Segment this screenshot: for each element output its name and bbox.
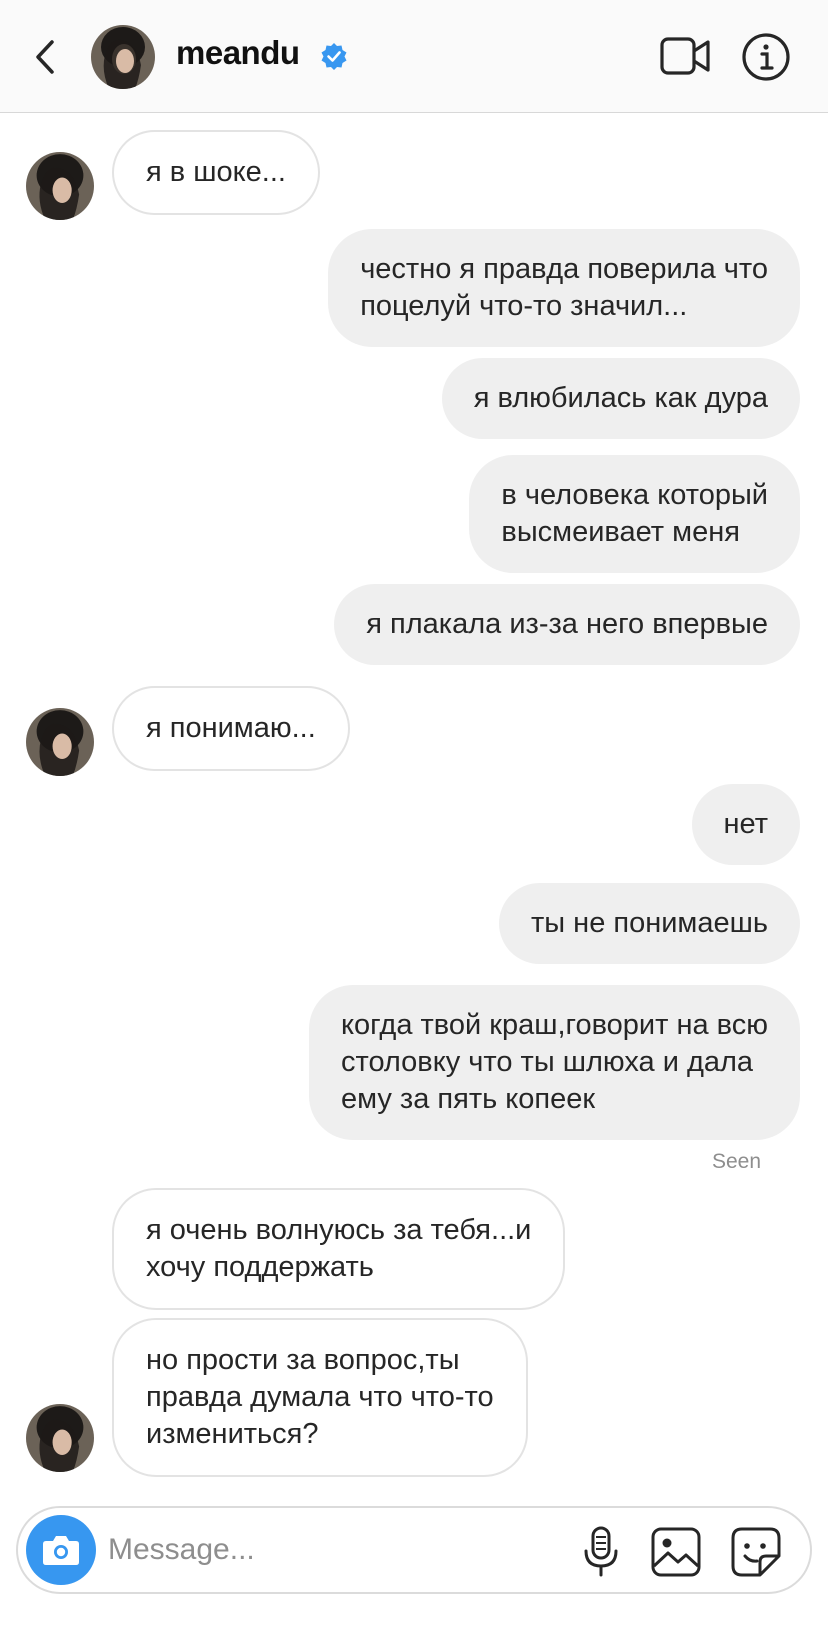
outgoing-message[interactable]: когда твой краш,говорит на всю столовку … xyxy=(308,985,800,1140)
gallery-icon xyxy=(651,1527,701,1577)
info-icon xyxy=(742,33,790,81)
sender-avatar[interactable] xyxy=(26,708,94,776)
outgoing-message[interactable]: честно я правда поверила что поцелуй что… xyxy=(328,229,800,347)
chevron-left-icon xyxy=(36,40,54,74)
sticker-icon xyxy=(731,1527,781,1577)
info-button[interactable] xyxy=(741,32,791,82)
verified-badge-icon xyxy=(321,43,347,70)
chat-username[interactable]: meandu xyxy=(176,34,300,72)
video-call-button[interactable] xyxy=(660,36,712,76)
incoming-message[interactable]: я понимаю... xyxy=(112,686,350,771)
message-input[interactable] xyxy=(108,1526,528,1574)
outgoing-message[interactable]: я плакала из-за него впервые xyxy=(334,584,800,665)
incoming-message[interactable]: я в шоке... xyxy=(112,130,320,215)
sticker-button[interactable] xyxy=(730,1526,782,1578)
message-composer xyxy=(16,1506,812,1594)
gallery-button[interactable] xyxy=(650,1526,702,1578)
back-button[interactable] xyxy=(28,30,68,82)
microphone-icon xyxy=(584,1526,618,1577)
incoming-message[interactable]: я очень волнуюсь за тебя...и хочу поддер… xyxy=(112,1188,566,1310)
header-avatar[interactable] xyxy=(91,25,155,89)
outgoing-message[interactable]: в человека который высмеивает меня xyxy=(469,455,800,573)
outgoing-message[interactable]: ты не понимаешь xyxy=(499,883,800,964)
sender-avatar[interactable] xyxy=(26,152,94,220)
chat-header: meandu xyxy=(0,0,828,113)
camera-icon xyxy=(43,1536,79,1565)
camera-button[interactable] xyxy=(26,1515,96,1585)
outgoing-message[interactable]: я влюбилась как дура xyxy=(441,358,800,439)
video-camera-icon xyxy=(660,37,710,75)
sender-avatar[interactable] xyxy=(26,1404,94,1472)
seen-indicator: Seen xyxy=(712,1150,762,1173)
incoming-message[interactable]: но прости за вопрос,ты правда думала что… xyxy=(112,1318,528,1477)
outgoing-message[interactable]: нет xyxy=(691,784,800,865)
voice-message-button[interactable] xyxy=(578,1524,624,1578)
